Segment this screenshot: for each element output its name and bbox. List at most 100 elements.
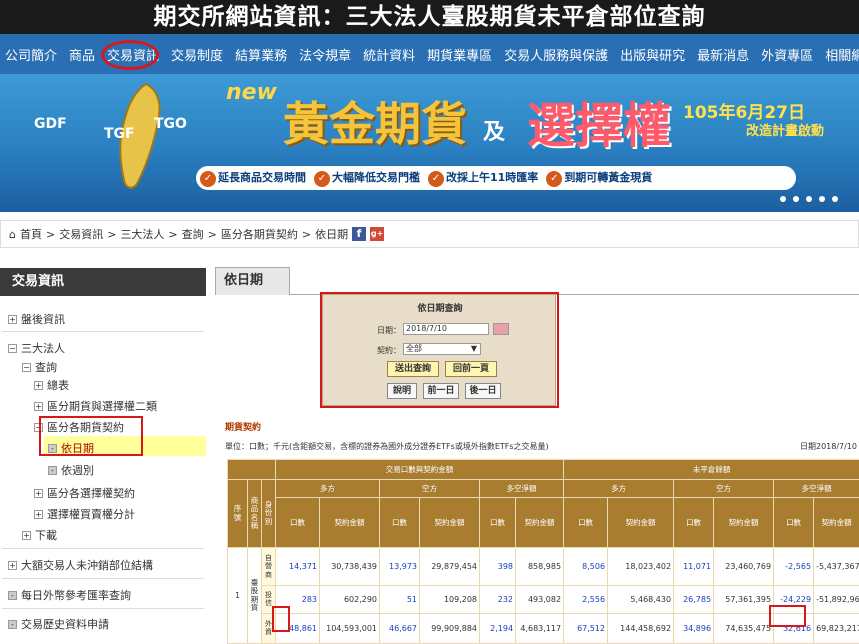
banner-date-sub: 改造計畫啟動 [746, 120, 824, 139]
cell: 69,823,217 [814, 614, 859, 644]
feature-label: 大幅降低交易門檻 [332, 171, 420, 184]
feature-item: ✓改採上午11時匯率 [428, 169, 538, 187]
product-cell: 臺股期貨 [248, 548, 262, 644]
expand-icon: + [34, 489, 43, 498]
breadcrumb-sep: > [107, 228, 116, 241]
collapse-icon: − [22, 363, 31, 372]
breadcrumb-item[interactable]: 三大法人 [120, 226, 164, 242]
feature-item: ✓到期可轉黃金現貨 [546, 169, 652, 187]
feature-item: ✓延長商品交易時間 [200, 169, 306, 187]
expand-icon: + [8, 315, 17, 324]
table-header: 契約金額 [420, 498, 480, 548]
carousel-dot[interactable] [793, 196, 799, 202]
nav-item[interactable]: 交易人服務與保護 [504, 45, 608, 64]
facebook-icon[interactable]: f [352, 227, 366, 241]
table-header: 未平倉餘額 [564, 460, 859, 480]
nav-item[interactable]: 商品 [69, 45, 95, 64]
cell: 602,290 [320, 586, 380, 614]
divider [2, 331, 204, 332]
google-plus-icon[interactable]: g+ [370, 227, 384, 241]
nav-item[interactable]: 出版與研究 [620, 45, 685, 64]
carousel-dot[interactable] [806, 196, 812, 202]
home-icon: ⌂ [9, 228, 16, 241]
nav-item[interactable]: 統計資料 [363, 45, 415, 64]
banner-new: new [226, 80, 277, 105]
cell: 13,973 [380, 548, 420, 586]
nav-item[interactable]: 外資專區 [761, 45, 813, 64]
sidebar-item[interactable]: -交易歷史資料申請 [8, 616, 109, 632]
breadcrumb-item[interactable]: 區分各期貨契約 [221, 226, 298, 242]
cell: 99,909,884 [420, 614, 480, 644]
breadcrumb: ⌂ 首頁> 交易資訊> 三大法人> 查詢> 區分各期貨契約> 依日期 fg+ [0, 220, 859, 248]
nav-item[interactable]: 交易制度 [171, 45, 223, 64]
main-content: 依日期 依日期查詢 日期： 2018/7/10 契約： 全部▼ 送出查詢 回前一… [215, 262, 859, 632]
table-header: 身份別 [262, 480, 276, 548]
sidebar-item[interactable]: −查詢 [22, 359, 57, 375]
nav-item[interactable]: 最新消息 [697, 45, 749, 64]
feature-item: ✓大幅降低交易門檻 [314, 169, 420, 187]
promo-banner[interactable]: GDF TGF TGO new 黃金期貨 及 選擇權 105年6月27日 改造計… [0, 74, 859, 212]
sidebar-item[interactable]: -每日外幣參考匯率查詢 [8, 587, 131, 603]
table-header: 空方 [380, 480, 480, 498]
page-title: 期交所網站資訊：三大法人臺股期貨未平倉部位查詢 [0, 0, 859, 34]
tab-by-date[interactable]: 依日期 [215, 267, 290, 295]
sidebar-item[interactable]: +下載 [22, 527, 57, 543]
table-row: 投信283602,29051109,208232493,0822,5565,46… [228, 586, 859, 614]
sidebar-item-label: 選擇權買賣權分計 [47, 508, 135, 521]
sidebar-item[interactable]: −三大法人 [8, 340, 65, 356]
table-row: 1臺股期貨自營商14,37130,738,43913,97329,879,454… [228, 548, 859, 586]
breadcrumb-item[interactable]: 首頁 [20, 226, 42, 242]
bullet-icon: - [8, 591, 17, 600]
bullet-icon: - [8, 620, 17, 629]
breadcrumb-item[interactable]: 查詢 [182, 226, 204, 242]
carousel-dot[interactable] [819, 196, 825, 202]
table-header: 契約金額 [608, 498, 674, 548]
check-icon: ✓ [546, 171, 562, 187]
sidebar-item[interactable]: +區分各選擇權契約 [34, 485, 135, 501]
table-header: 口數 [276, 498, 320, 548]
breadcrumb-item: 依日期 [315, 226, 348, 242]
sidebar-item-label: 總表 [47, 379, 69, 392]
cell: 493,082 [516, 586, 564, 614]
carousel-dot[interactable] [832, 196, 838, 202]
sidebar-item[interactable]: +大額交易人未沖銷部位結構 [8, 557, 153, 573]
table-header: 商品名稱 [248, 480, 262, 548]
cell: -5,437,367 [814, 548, 859, 586]
nav-item[interactable]: 相關網站 [825, 45, 859, 64]
check-icon: ✓ [428, 171, 444, 187]
breadcrumb-sep: > [208, 228, 217, 241]
cell: 34,896 [674, 614, 714, 644]
cell: 46,667 [380, 614, 420, 644]
expand-icon: + [34, 510, 43, 519]
nav-item[interactable]: 公司簡介 [5, 45, 57, 64]
breadcrumb-item[interactable]: 交易資訊 [59, 226, 103, 242]
carousel-dot[interactable] [780, 196, 786, 202]
cell: 30,738,439 [320, 548, 380, 586]
sidebar-item[interactable]: +總表 [34, 377, 69, 393]
nav-item[interactable]: 期貨業專區 [427, 45, 492, 64]
expand-icon: + [22, 531, 31, 540]
expand-icon: + [8, 561, 17, 570]
sidebar-item[interactable]: + 選擇權買賣權分計 [34, 506, 135, 522]
sidebar-item[interactable]: +區分期貨與選擇權二類 [34, 398, 157, 414]
nav-item[interactable]: 結算業務 [235, 45, 287, 64]
cell: 144,458,692 [608, 614, 674, 644]
divider [2, 578, 204, 579]
table-header: 口數 [774, 498, 814, 548]
check-icon: ✓ [314, 171, 330, 187]
breadcrumb-sep: > [46, 228, 55, 241]
sidebar-item[interactable]: + 盤後資訊 [8, 311, 65, 327]
bullet-icon: - [48, 466, 57, 475]
cell: 67,512 [564, 614, 608, 644]
table-header: 契約金額 [814, 498, 859, 548]
sidebar-item-label: 每日外幣參考匯率查詢 [21, 589, 131, 602]
sidebar-item[interactable]: -依週別 [48, 462, 94, 478]
sidebar-item-label: 查詢 [35, 361, 57, 374]
highlight-box [769, 605, 806, 627]
nav-item[interactable]: 法令規章 [299, 45, 351, 64]
sidebar-item-label: 盤後資訊 [21, 313, 65, 326]
table-header: 序號 [228, 480, 248, 548]
table-header: 空方 [674, 480, 774, 498]
cell: 51 [380, 586, 420, 614]
cell: -2,565 [774, 548, 814, 586]
